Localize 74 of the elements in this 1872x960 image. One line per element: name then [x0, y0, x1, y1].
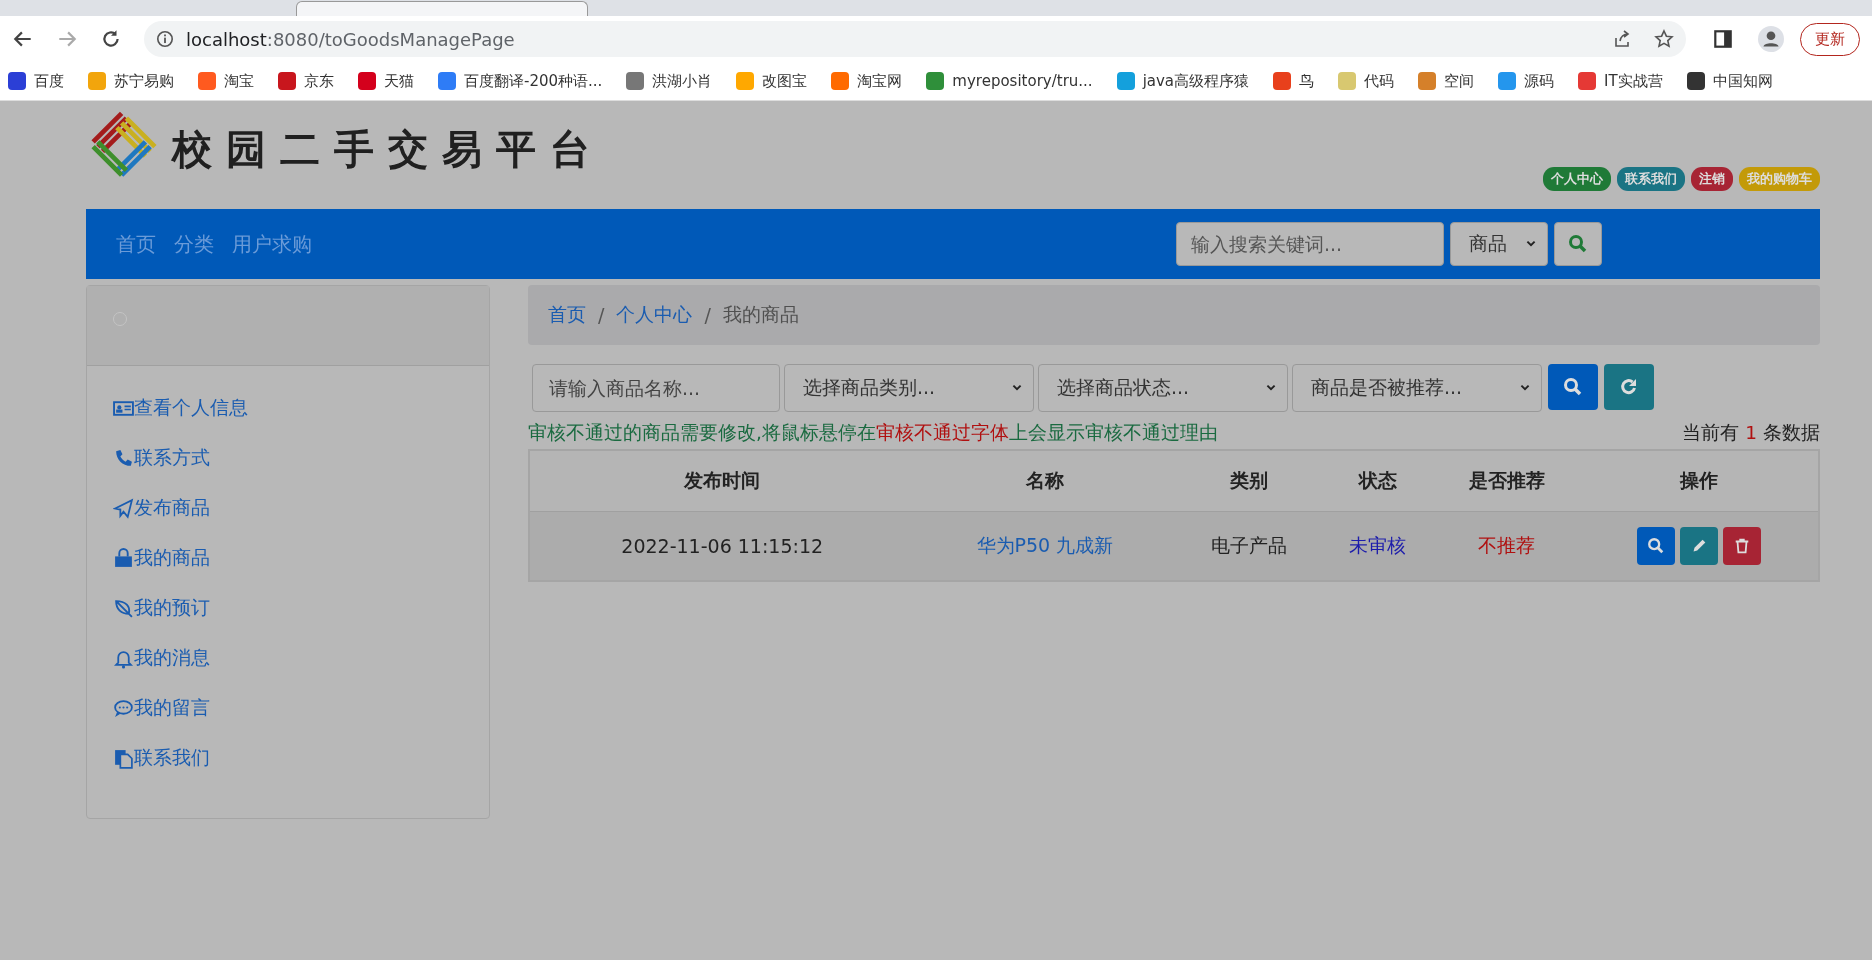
bookmark[interactable]: 淘宝网: [831, 71, 903, 91]
paper-plane-icon: [113, 497, 134, 519]
documents-icon: [113, 747, 134, 769]
address-bar[interactable]: localhost:8080/toGoodsManagePage: [144, 21, 1686, 57]
search-button[interactable]: [1554, 222, 1602, 266]
share-icon[interactable]: [1612, 29, 1632, 49]
status-text: 未审核: [1349, 534, 1407, 556]
bookmark[interactable]: IT实战营: [1578, 71, 1663, 91]
site-title: 校园二手交易平台: [172, 123, 604, 174]
search-icon: [1568, 234, 1588, 254]
bookmark[interactable]: 代码: [1338, 71, 1395, 91]
column-header: 是否推荐: [1468, 469, 1545, 491]
filter-select[interactable]: 选择商品类别...: [784, 364, 1034, 412]
bookmark[interactable]: 百度: [8, 71, 64, 91]
bookmark[interactable]: 百度翻译-200种语...: [438, 71, 603, 91]
bookmark[interactable]: myrepository/tru...: [926, 72, 1093, 90]
side-panel-icon[interactable]: [1712, 28, 1734, 50]
edit-button[interactable]: [1679, 527, 1718, 565]
bookmark[interactable]: 京东: [278, 71, 334, 91]
column-header: 类别: [1229, 469, 1268, 491]
column-header: 名称: [1025, 469, 1064, 491]
refresh-button[interactable]: [1604, 364, 1654, 410]
search-field[interactable]: 输入搜索关键词...: [1176, 222, 1444, 266]
bookmark[interactable]: 鸟: [1273, 71, 1315, 91]
bookmark[interactable]: 改图宝: [736, 71, 808, 91]
info-icon[interactable]: [156, 30, 174, 48]
view-button[interactable]: [1636, 527, 1675, 565]
bookmark[interactable]: 源码: [1498, 71, 1555, 91]
delete-button[interactable]: [1722, 527, 1761, 565]
reload-icon[interactable]: [100, 28, 122, 50]
column-header: 操作: [1679, 469, 1718, 491]
bookmark[interactable]: 淘宝: [198, 71, 254, 91]
update-button[interactable]: 更新: [1800, 22, 1860, 56]
scope-select[interactable]: 商品: [1450, 222, 1548, 266]
profile-icon[interactable]: [1758, 26, 1784, 52]
breadcrumb-separator: /: [598, 304, 605, 326]
name-field[interactable]: 请输入商品名称...: [532, 364, 780, 412]
notice-text: 审核不通过的商品需要修改,将鼠标悬停在审核不通过字体上会显示审核不通过理由: [528, 421, 1218, 445]
sidebar-link[interactable]: 发布商品: [113, 494, 489, 522]
table-cell: 2022-11-06 11:15:12: [621, 535, 824, 557]
table-cell: 电子产品: [1210, 534, 1287, 556]
sidebar-link[interactable]: 联系方式: [113, 444, 489, 472]
bookmark[interactable]: 空间: [1418, 71, 1475, 91]
bookmark[interactable]: 苏宁易购: [88, 71, 174, 91]
record-count: 当前有 1 条数据: [1682, 421, 1820, 445]
sidebar-link[interactable]: 查看个人信息: [113, 394, 489, 422]
chat-bubble-icon: [113, 697, 134, 719]
sidebar-link[interactable]: 我的预订: [113, 594, 489, 622]
header-link[interactable]: 注销: [1691, 167, 1733, 191]
bookmark[interactable]: java高级程序猿: [1116, 71, 1250, 91]
browser-tab[interactable]: [296, 1, 588, 16]
column-header: 状态: [1358, 469, 1397, 491]
refresh-icon: [1619, 377, 1639, 397]
bookmark[interactable]: 洪湖小肖: [626, 71, 713, 91]
search-icon: [1646, 537, 1665, 555]
sidebar-link[interactable]: 联系我们: [113, 744, 489, 772]
recommend-text: 不推荐: [1478, 534, 1536, 556]
column-header: 发布时间: [684, 469, 761, 491]
leaf-icon: [113, 597, 134, 619]
breadcrumb-separator: /: [704, 304, 711, 326]
header-link[interactable]: 个人中心: [1543, 167, 1611, 191]
search-button[interactable]: [1548, 364, 1598, 410]
sidebar-link[interactable]: 我的留言: [113, 694, 489, 722]
phone-icon: [113, 447, 134, 469]
sidebar-link[interactable]: 我的消息: [113, 644, 489, 672]
bookmark[interactable]: 天猫: [358, 71, 414, 91]
star-icon[interactable]: [1654, 29, 1674, 49]
header-link[interactable]: 联系我们: [1617, 167, 1685, 191]
filter-select[interactable]: 选择商品状态...: [1038, 364, 1288, 412]
sidebar-link[interactable]: 我的商品: [113, 544, 489, 572]
current-page-label: 我的商品: [722, 302, 799, 327]
search-icon: [1563, 377, 1583, 397]
filter-select[interactable]: 商品是否被推荐...: [1292, 364, 1542, 412]
bookmark[interactable]: 中国知网: [1686, 71, 1773, 91]
